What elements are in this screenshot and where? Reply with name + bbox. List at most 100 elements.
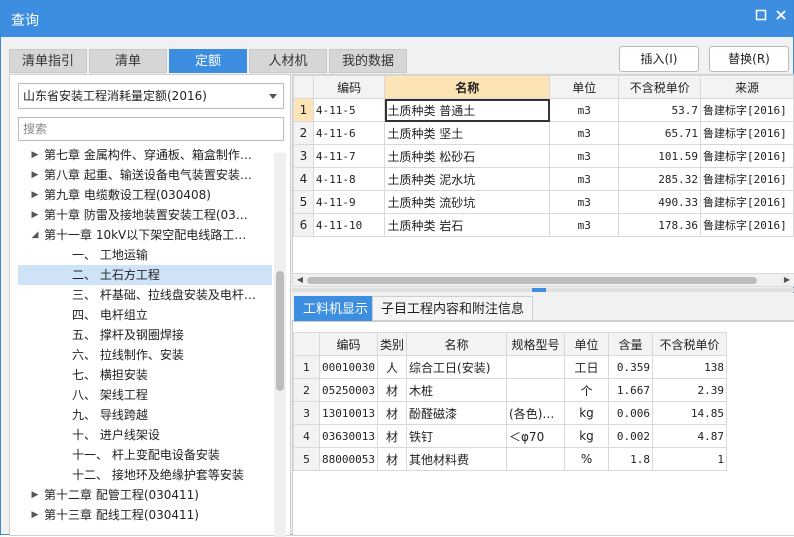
quota-name[interactable]: 土质种类 松砂石: [384, 144, 551, 168]
col-category[interactable]: 类别: [376, 332, 408, 356]
col-source[interactable]: 来源: [700, 75, 794, 99]
row-number[interactable]: 5: [293, 190, 314, 214]
tree-scroll-thumb[interactable]: [276, 271, 284, 391]
quota-row[interactable]: 3 4-11-7 土质种类 松砂石 m3 101.59 鲁建标字[2016]: [293, 144, 794, 168]
caret-right-icon[interactable]: ▶: [30, 205, 40, 225]
tab-materials-display[interactable]: 工料机显示: [294, 296, 378, 321]
col-code[interactable]: 编码: [312, 75, 386, 99]
quota-row[interactable]: 1 4-11-5 土质种类 普通土 m3 53.7 鲁建标字[2016]: [293, 98, 794, 122]
quota-source[interactable]: 鲁建标字[2016]: [700, 213, 794, 237]
close-icon[interactable]: [773, 9, 789, 25]
quota-source[interactable]: 鲁建标字[2016]: [700, 144, 794, 168]
quota-code[interactable]: 4-11-10: [312, 213, 386, 237]
quota-name[interactable]: 土质种类 泥水坑: [384, 167, 551, 191]
material-unit[interactable]: %: [564, 447, 610, 471]
row-number[interactable]: 2: [293, 378, 320, 402]
quota-code[interactable]: 4-11-6: [312, 121, 386, 145]
col-price[interactable]: 不含税单价: [652, 332, 728, 356]
quota-code[interactable]: 4-11-5: [312, 98, 386, 122]
caret-right-icon[interactable]: ▶: [30, 485, 40, 505]
quota-unit[interactable]: m3: [549, 98, 620, 122]
tree-node[interactable]: ▶ 第十三章 配线工程(030411): [18, 505, 272, 525]
replace-button[interactable]: 替换(R): [709, 46, 789, 72]
quota-price[interactable]: 178.36: [618, 213, 702, 237]
quota-name[interactable]: 土质种类 普通土: [384, 98, 551, 122]
quota-name[interactable]: 土质种类 流砂坑: [384, 190, 551, 214]
search-input[interactable]: 搜索: [18, 117, 284, 141]
material-unit[interactable]: 个: [564, 378, 610, 402]
col-name[interactable]: 名称: [384, 75, 551, 99]
material-code[interactable]: 88000053: [319, 447, 378, 471]
tree-node[interactable]: ▶ 第九章 电缆敷设工程(030408): [18, 185, 272, 205]
quota-source[interactable]: 鲁建标字[2016]: [700, 167, 794, 191]
tree-node[interactable]: 一、 工地运输: [18, 245, 272, 265]
quota-code[interactable]: 4-11-9: [312, 190, 386, 214]
material-name[interactable]: 其他材料费: [406, 447, 508, 471]
row-number[interactable]: 3: [293, 401, 320, 425]
material-row[interactable]: 3 13010013 材酚醛磁漆 (各色)… kg 0.006 14.85: [293, 401, 728, 425]
col-price[interactable]: 不含税单价: [618, 75, 702, 99]
tree-node[interactable]: 八、 架线工程: [18, 385, 272, 405]
material-spec[interactable]: [506, 355, 566, 379]
material-name[interactable]: 铁钉: [406, 424, 508, 448]
quota-unit[interactable]: m3: [549, 144, 620, 168]
panel-splitter[interactable]: [292, 288, 794, 292]
row-number[interactable]: 1: [293, 355, 320, 379]
col-unit[interactable]: 单位: [564, 332, 610, 356]
quota-price[interactable]: 101.59: [618, 144, 702, 168]
quota-unit[interactable]: m3: [549, 167, 620, 191]
material-name[interactable]: 综合工日(安装): [406, 355, 508, 379]
col-quantity[interactable]: 含量: [608, 332, 654, 356]
material-quantity[interactable]: 1.8: [608, 447, 654, 471]
tab-work-content[interactable]: 子目工程内容和附注信息: [372, 296, 534, 321]
caret-right-icon[interactable]: ▶: [30, 185, 40, 205]
quota-unit[interactable]: m3: [549, 213, 620, 237]
col-spec[interactable]: 规格型号: [506, 332, 566, 356]
col-unit[interactable]: 单位: [549, 75, 620, 99]
quota-price[interactable]: 285.32: [618, 167, 702, 191]
scroll-right-icon[interactable]: ▶: [781, 274, 793, 286]
tree-node[interactable]: 十一、 杆上变配电设备安装: [18, 445, 272, 465]
material-name[interactable]: 木桩: [406, 378, 508, 402]
tab-my-data[interactable]: 我的数据: [329, 49, 407, 73]
material-price[interactable]: 138: [652, 355, 728, 379]
material-category[interactable]: 材: [376, 401, 408, 425]
tree-node[interactable]: ▶ 第十章 防雷及接地装置安装工程(03…: [18, 205, 272, 225]
quota-code[interactable]: 4-11-8: [312, 167, 386, 191]
material-spec[interactable]: (各色)…: [506, 401, 566, 425]
scroll-left-icon[interactable]: ◀: [294, 274, 306, 286]
tree-node[interactable]: 三、 杆基础、拉线盘安装及电杆…: [18, 285, 272, 305]
material-spec[interactable]: [506, 447, 566, 471]
material-row[interactable]: 2 05250003 材木桩 个 1.667 2.39: [293, 378, 728, 402]
material-category[interactable]: 材: [376, 447, 408, 471]
col-code[interactable]: 编码: [319, 332, 378, 356]
material-price[interactable]: 1: [652, 447, 728, 471]
quota-row[interactable]: 2 4-11-6 土质种类 坚土 m3 65.71 鲁建标字[2016]: [293, 121, 794, 145]
row-number[interactable]: 4: [293, 424, 320, 448]
material-unit[interactable]: 工日: [564, 355, 610, 379]
splitter-handle[interactable]: [532, 288, 546, 292]
tab-list[interactable]: 清单: [89, 49, 167, 73]
row-number[interactable]: 1: [293, 98, 314, 122]
quota-price[interactable]: 65.71: [618, 121, 702, 145]
tree-node[interactable]: 六、 拉线制作、安装: [18, 345, 272, 365]
tab-quota[interactable]: 定额: [169, 49, 247, 73]
tree-node[interactable]: 七、 横担安装: [18, 365, 272, 385]
caret-right-icon[interactable]: ▶: [30, 145, 40, 165]
material-name[interactable]: 酚醛磁漆: [406, 401, 508, 425]
material-price[interactable]: 2.39: [652, 378, 728, 402]
row-number[interactable]: 5: [293, 447, 320, 471]
quota-row[interactable]: 4 4-11-8 土质种类 泥水坑 m3 285.32 鲁建标字[2016]: [293, 167, 794, 191]
material-price[interactable]: 4.87: [652, 424, 728, 448]
grid-hscroll-thumb[interactable]: [307, 277, 757, 284]
material-quantity[interactable]: 1.667: [608, 378, 654, 402]
material-spec[interactable]: ＜φ70: [506, 424, 566, 448]
row-number[interactable]: 4: [293, 167, 314, 191]
material-category[interactable]: 材: [376, 378, 408, 402]
material-row[interactable]: 1 00010030 人综合工日(安装) 工日 0.359 138: [293, 355, 728, 379]
material-unit[interactable]: kg: [564, 401, 610, 425]
tree-node[interactable]: ▶ 第八章 起重、输送设备电气装置安装…: [18, 165, 272, 185]
material-quantity[interactable]: 0.006: [608, 401, 654, 425]
tree-node[interactable]: 五、 撑杆及钢圈焊接: [18, 325, 272, 345]
material-price[interactable]: 14.85: [652, 401, 728, 425]
